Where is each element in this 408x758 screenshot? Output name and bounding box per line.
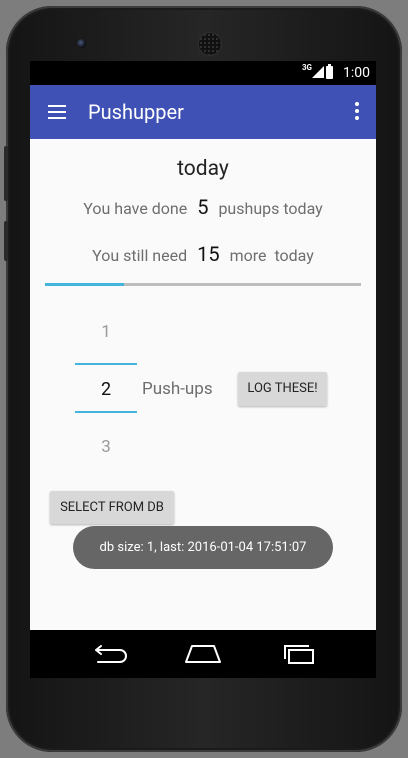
- pushups-done-row: You have done 5 pushups today: [30, 195, 376, 219]
- signal-icon: [312, 66, 324, 78]
- need-suffix: today: [274, 246, 314, 265]
- menu-icon[interactable]: [48, 105, 66, 119]
- main-content: today You have done 5 pushups today You …: [30, 139, 376, 630]
- picker-divider-top: [75, 363, 137, 365]
- progress-bar: [45, 283, 361, 286]
- done-count: 5: [197, 195, 209, 219]
- app-bar: Pushupper: [30, 85, 376, 139]
- log-these-button[interactable]: LOG THESE!: [238, 372, 327, 406]
- home-icon[interactable]: [183, 642, 223, 666]
- power-button: [4, 221, 8, 261]
- earpiece-speaker: [199, 33, 221, 55]
- battery-icon: [326, 64, 333, 79]
- recents-icon[interactable]: [280, 642, 320, 666]
- status-time: 1:00: [343, 65, 370, 81]
- done-prefix: You have done: [83, 199, 188, 218]
- status-bar: 3G 1:00: [30, 61, 376, 85]
- need-middle: more: [229, 246, 267, 265]
- picker-divider-bottom: [75, 411, 137, 413]
- overflow-menu-icon[interactable]: [355, 102, 359, 120]
- toast-message: db size: 1, last: 2016-01-04 17:51:07: [73, 526, 333, 569]
- select-from-db-button[interactable]: SELECT FROM DB: [50, 491, 174, 524]
- need-prefix: You still need: [92, 246, 188, 265]
- unit-label: Push-ups: [142, 379, 213, 399]
- picker-selected-value[interactable]: 2: [75, 379, 137, 400]
- front-camera-icon: [77, 39, 86, 48]
- done-suffix: pushups today: [218, 199, 323, 218]
- screen: 3G 1:00 Pushupper today You have done 5 …: [30, 61, 376, 630]
- navigation-bar: [30, 630, 376, 678]
- day-label: today: [177, 157, 229, 181]
- volume-button: [4, 146, 8, 201]
- picker-previous-value[interactable]: 1: [75, 322, 137, 342]
- network-type: 3G: [301, 63, 312, 72]
- need-count: 15: [197, 242, 220, 266]
- progress-fill: [45, 283, 124, 286]
- pushups-needed-row: You still need 15 more today: [30, 242, 376, 266]
- picker-next-value[interactable]: 3: [75, 437, 137, 457]
- app-title: Pushupper: [88, 100, 184, 124]
- back-icon[interactable]: [88, 642, 128, 666]
